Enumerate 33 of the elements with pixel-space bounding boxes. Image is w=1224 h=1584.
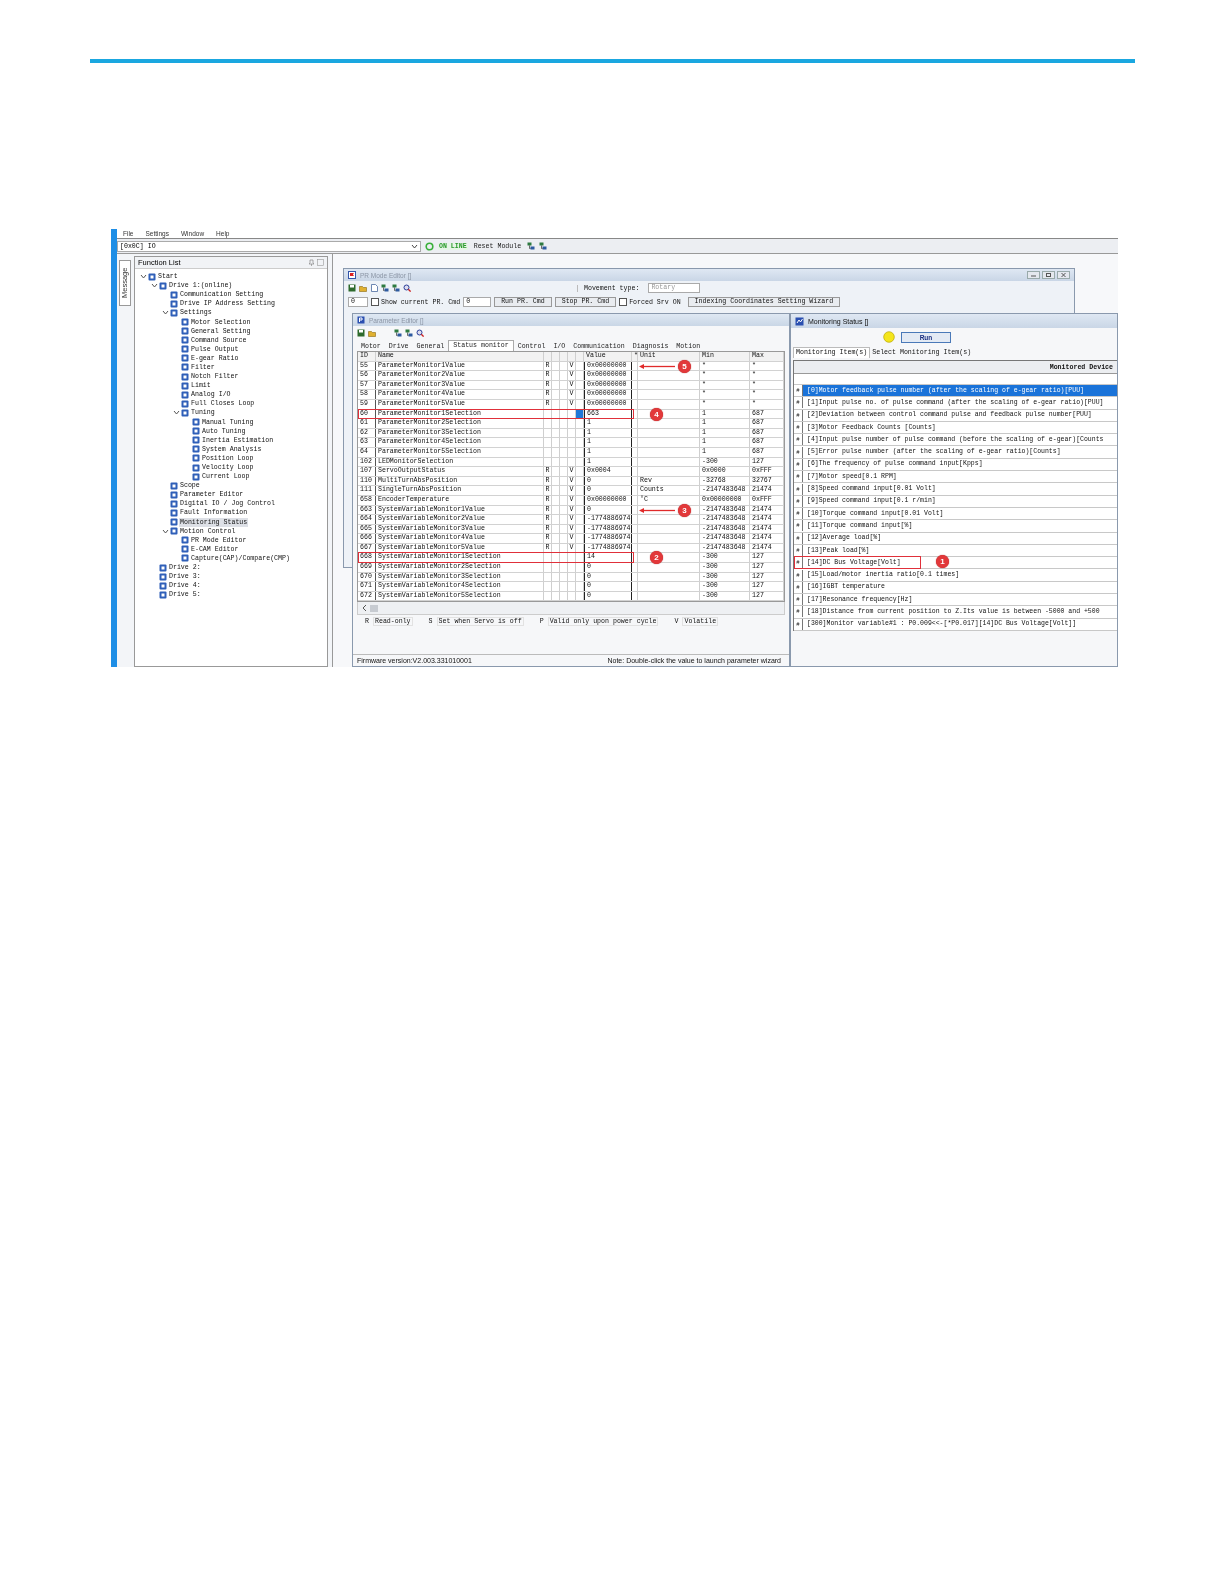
maximize-icon[interactable] bbox=[1042, 271, 1055, 279]
search-icon[interactable] bbox=[403, 284, 411, 292]
indicator-light-icon bbox=[883, 331, 895, 343]
chevron-icon[interactable] bbox=[161, 527, 169, 535]
callout-number: 3 bbox=[678, 503, 691, 517]
search-icon[interactable] bbox=[416, 329, 424, 337]
network-icon[interactable] bbox=[527, 242, 536, 250]
chevron-icon[interactable] bbox=[172, 409, 180, 417]
status-ring-icon bbox=[425, 241, 434, 251]
scrollbar-thumb[interactable] bbox=[370, 604, 378, 612]
flag-icon bbox=[348, 271, 356, 279]
save-icon[interactable] bbox=[357, 329, 365, 337]
callout-number: 2 bbox=[650, 551, 663, 565]
network-icon[interactable] bbox=[381, 284, 389, 292]
network-icon[interactable] bbox=[539, 242, 548, 250]
square-icon bbox=[148, 272, 156, 281]
page-icon[interactable] bbox=[370, 284, 378, 292]
document-icon bbox=[357, 316, 365, 324]
save-icon[interactable] bbox=[348, 284, 356, 292]
chevron-icon[interactable] bbox=[150, 282, 158, 290]
square-icon bbox=[159, 281, 167, 290]
network-icon[interactable] bbox=[392, 284, 400, 292]
monitor-icon bbox=[795, 316, 804, 326]
network-icon[interactable] bbox=[405, 329, 413, 337]
chevron-icon[interactable] bbox=[139, 273, 147, 281]
chevron-icon[interactable] bbox=[161, 309, 169, 317]
callout-number: 4 bbox=[650, 407, 663, 421]
callout-number: 1 bbox=[936, 555, 949, 569]
caret-icon bbox=[411, 242, 418, 250]
network-icon[interactable] bbox=[394, 329, 402, 337]
folder-icon[interactable] bbox=[368, 329, 376, 337]
scroll-left-icon[interactable] bbox=[361, 604, 368, 613]
folder-icon[interactable] bbox=[359, 284, 367, 292]
